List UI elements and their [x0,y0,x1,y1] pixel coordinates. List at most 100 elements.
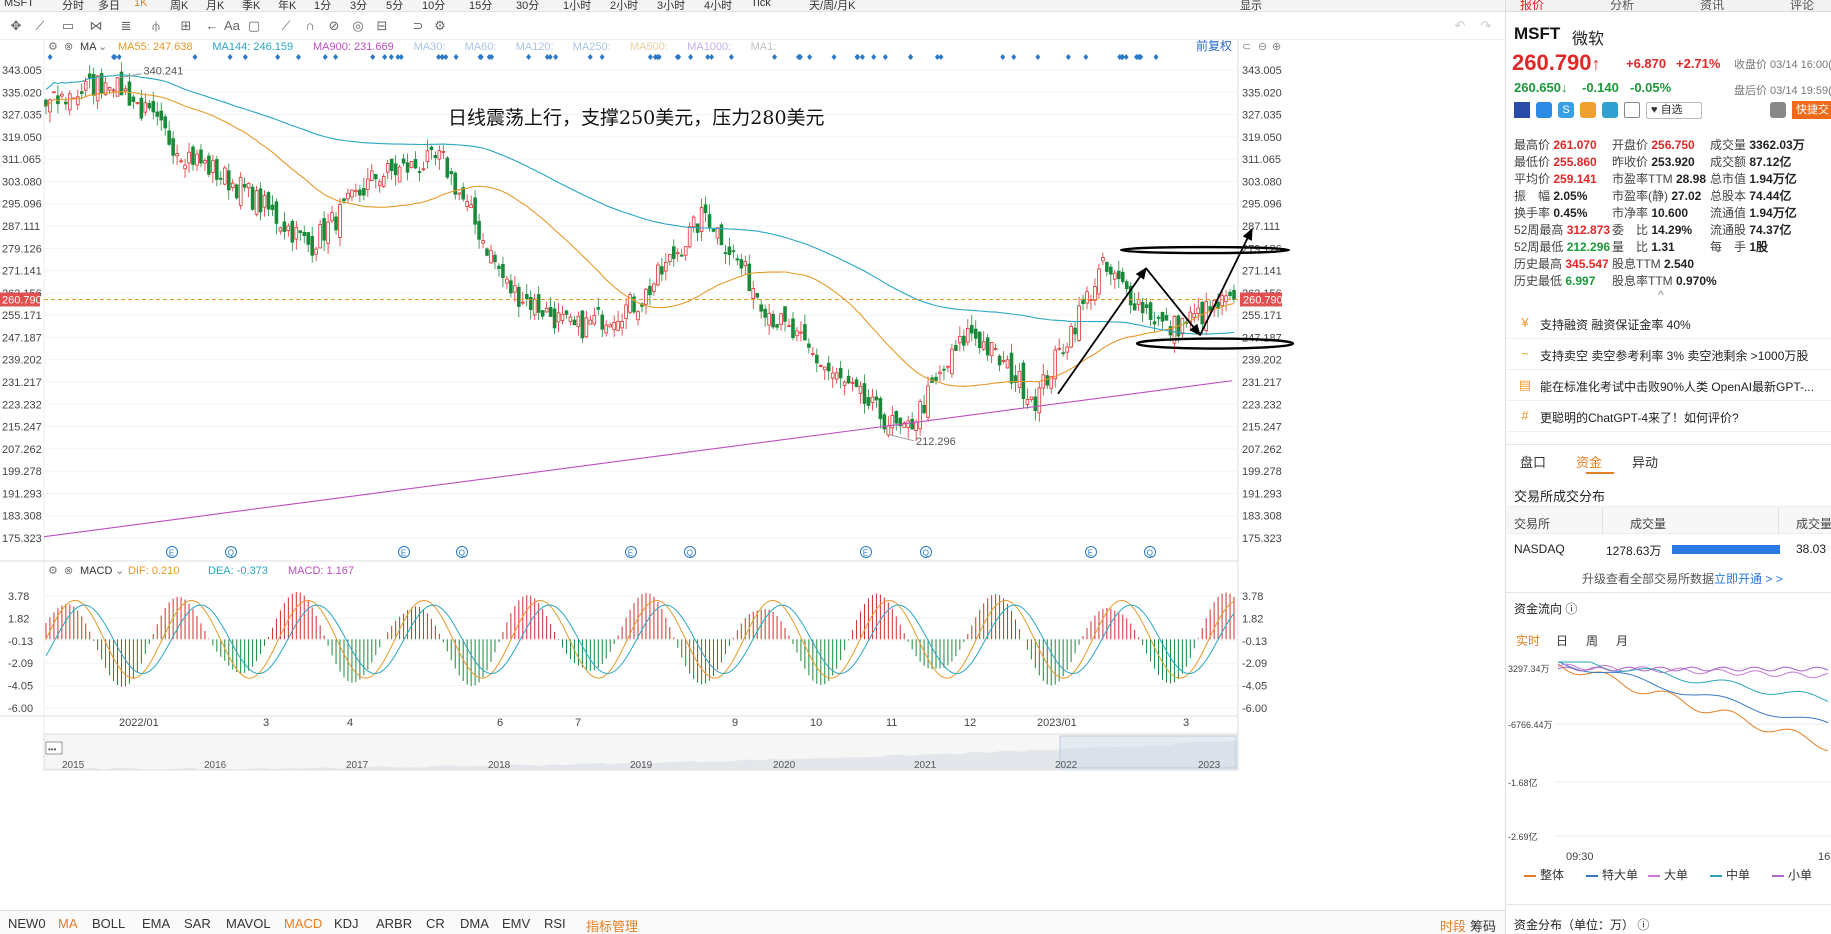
period-tab[interactable]: 1分 [314,0,331,11]
subtab[interactable]: 异动 [1632,452,1658,471]
indicator-tab-ema[interactable]: EMA [142,916,170,931]
magnet-icon[interactable]: ∩ [302,18,318,34]
period-tab[interactable]: 5分 [386,0,403,11]
dollar-icon[interactable]: S [1558,102,1574,118]
pattern-tool-icon[interactable]: ⋈ [88,18,104,34]
period-tab[interactable]: 4小时 [704,0,732,11]
period-tab[interactable]: 10分 [422,0,445,11]
indicator-tab-ma[interactable]: MA [58,916,78,931]
line-tool-icon[interactable]: ⟋ [32,18,48,34]
price-axis-right-label: 327.035 [1242,110,1282,122]
redo-icon[interactable]: ↷ [1478,18,1494,34]
indicator-tab-kdj[interactable]: KDJ [334,916,359,931]
upgrade-link[interactable]: 立即开通 > > [1714,572,1783,586]
chevron-down-icon: ⌄ [115,565,124,577]
period-tab[interactable]: 3小时 [657,0,685,11]
indicator-tab-emv[interactable]: EMV [502,916,530,931]
price-axis-right-label: 231.217 [1242,377,1282,389]
chart-tag-icon[interactable] [1580,102,1596,118]
period-tab[interactable]: 季K [242,0,260,11]
flow-period-tab[interactable]: 周 [1586,632,1598,649]
comment-tool-icon[interactable]: ▢ [246,18,262,34]
eye-icon[interactable]: ◎ [350,18,366,34]
pitchfork-tool-icon[interactable]: ⫛ [148,18,164,34]
subtab[interactable]: 资金 [1576,452,1602,471]
period-tab[interactable]: 天/周/月K [809,0,855,11]
period-tab[interactable]: 月K [206,0,224,11]
lightning-icon[interactable] [1536,102,1552,118]
indicator-tab-rsi[interactable]: RSI [544,916,566,931]
period-tab[interactable]: 周K [170,0,188,11]
indicator-tab-macd[interactable]: MACD [284,916,322,931]
kline-chart[interactable]: 343.005 343.005 335.020 335.020 327.035 327.0… [0,40,1505,910]
price-axis-left-label: 335.020 [2,87,42,99]
arrow-tool-icon[interactable]: ← [204,18,220,34]
flow-period-tab[interactable]: 月 [1616,632,1628,649]
info-icon[interactable]: ⓘ [1565,602,1577,616]
indicator-tab-指标管理[interactable]: 指标管理 [586,916,638,934]
indicator-tab-new0[interactable]: NEW0 [8,916,46,931]
period-tab[interactable]: Tick [751,0,771,9]
sidebar-tab[interactable]: 资讯 [1700,0,1724,13]
period-tab[interactable]: 15分 [469,0,492,11]
crosshair-icon[interactable]: ✥ [8,18,24,34]
period-tab[interactable]: 3分 [350,0,367,11]
options-icon[interactable] [1602,102,1618,118]
rect-tool-icon[interactable]: ▭ [60,18,76,34]
text-tool-icon[interactable]: Aa [224,18,240,34]
lock-icon[interactable]: ⊘ [326,18,342,34]
sidebar-tab[interactable]: 分析 [1610,0,1634,13]
period-tab[interactable]: 年K [278,0,296,11]
price-axis-left-label: 343.005 [2,65,42,77]
period-tab[interactable]: 分时 [62,0,84,11]
fast-trade-button[interactable]: 快捷交 [1792,101,1831,119]
sidebar-tab[interactable]: 评论 [1790,0,1814,13]
add-watchlist-button[interactable]: ♥ 自选 [1646,102,1702,119]
notes-icon[interactable] [1624,102,1640,118]
indicator-tab-sar[interactable]: SAR [184,916,211,931]
indicator-tab-dma[interactable]: DMA [460,916,489,931]
indicator-tab-mavol[interactable]: MAVOL [226,916,271,931]
measure-tool-icon[interactable]: ⊞ [178,18,194,34]
collapse-chevron-icon[interactable]: ^ [1658,288,1664,302]
price-axis-left-label: 287.111 [2,221,40,233]
sidebar-tab[interactable]: 报价 [1520,0,1544,13]
period-tab[interactable]: 1小时 [563,0,591,11]
link-icon[interactable]: ⊃ [410,18,426,34]
flow-period-tab[interactable]: 日 [1556,632,1568,649]
price-axis-right-label: 207.262 [1242,444,1282,456]
indicator-tab-cr[interactable]: CR [426,916,445,931]
undo-icon[interactable]: ↶ [1452,18,1468,34]
flow-period-tab[interactable]: 实时 [1516,632,1540,649]
fib-tool-icon[interactable]: ≣ [118,18,134,34]
settings-gear-icon[interactable]: ⚙ [432,18,448,34]
price-axis-right-label: 255.171 [1242,310,1282,322]
price-axis-right-label: 183.308 [1242,511,1282,523]
bottom-right-tab[interactable]: 筹码 [1470,916,1496,934]
period-tab[interactable]: 30分 [516,0,539,11]
quote-stat: 总股本 74.44亿 [1710,189,1792,203]
price-axis-left-label: 175.323 [2,533,42,545]
display-menu[interactable]: 显示 [1240,0,1262,11]
news-item[interactable]: ~ 支持卖空 卖空参考利率 3% 卖空池剩余 >1000万股 [1506,339,1831,370]
news-item[interactable]: # 更聪明的ChatGPT-4来了！如何评价? [1506,401,1831,432]
news-item[interactable]: ¥ 支持融资 融资保证金率 40% [1506,308,1831,339]
info-icon[interactable]: ⓘ [1637,918,1649,932]
period-tab[interactable]: 1K [134,0,147,9]
news-item[interactable]: ▤ 能在标准化考试中击败90%人类 OpenAI最新GPT-... [1506,370,1831,401]
period-tab[interactable]: MSFT [4,0,34,9]
low-price-label: 212.296 [916,436,956,448]
subtab[interactable]: 盘口 [1520,452,1546,471]
trash-icon[interactable]: ⊟ [374,18,390,34]
overview-year-label: 2019 [630,760,653,771]
period-tab[interactable]: 2小时 [610,0,638,11]
alert-bell-icon[interactable] [1770,102,1786,118]
indicator-tab-boll[interactable]: BOLL [92,916,125,931]
brush-tool-icon[interactable]: ⟋ [278,18,294,34]
indicator-tab-arbr[interactable]: ARBR [376,916,412,931]
macd-axis-left-label: -4.05 [8,681,33,693]
bottom-right-tab[interactable]: 时段 [1440,916,1466,934]
close-icon: ⊗ [64,41,73,53]
period-tab[interactable]: 多日 [98,0,120,11]
quote-stat: 振 幅 2.05% [1514,189,1588,203]
